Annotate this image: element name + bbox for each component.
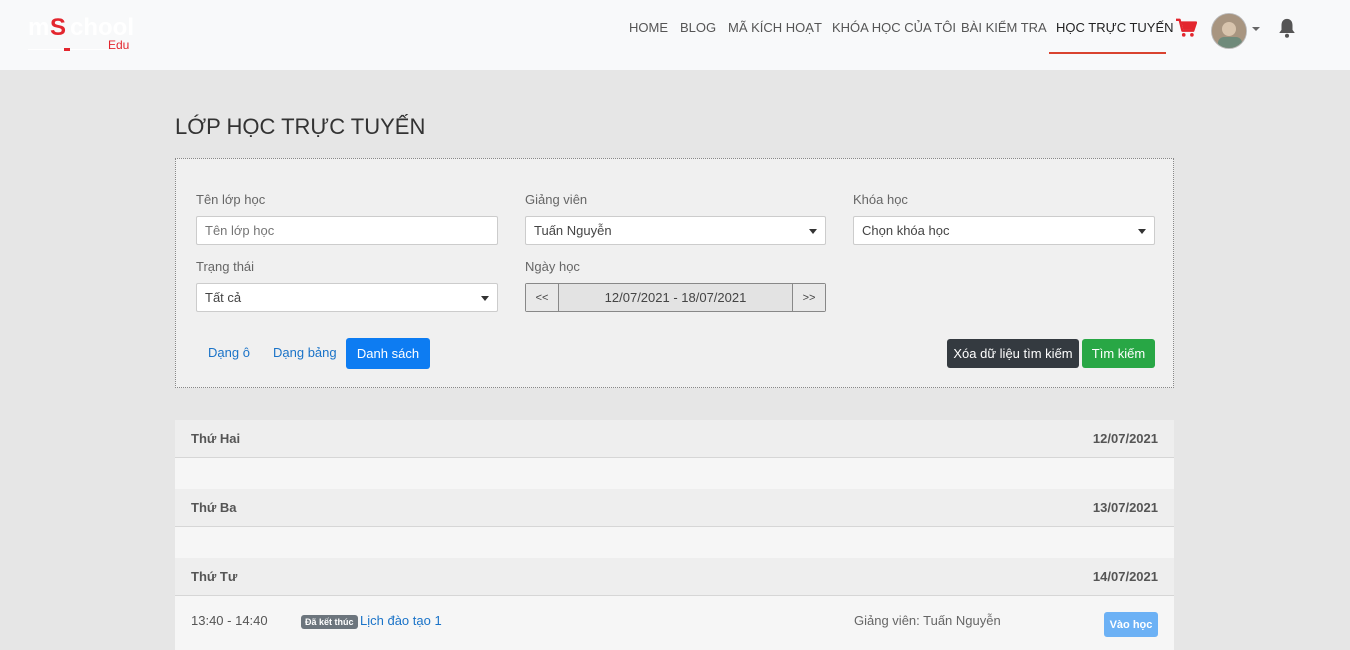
view-list-button[interactable]: Danh sách (346, 338, 430, 369)
nav-online-learning[interactable]: HỌC TRỰC TUYẾN (1056, 20, 1174, 35)
session-title-link[interactable]: Lịch đào tạo 1 (360, 613, 442, 628)
dropdown-caret-icon (809, 229, 817, 234)
class-name-label: Tên lớp học (196, 192, 266, 207)
logo[interactable]: m S chool Edu (28, 14, 140, 54)
chevron-down-icon[interactable] (1252, 27, 1260, 31)
view-table-link[interactable]: Dạng bảng (273, 345, 337, 360)
day-header: Thứ Hai 12/07/2021 (175, 420, 1174, 458)
nav-activation-code[interactable]: MÃ KÍCH HOẠT (728, 20, 822, 35)
course-label: Khóa học (853, 192, 908, 207)
page-title: LỚP HỌC TRỰC TUYẾN (175, 114, 426, 139)
status-select[interactable]: Tất cả (196, 283, 498, 312)
logo-letter-m: m (28, 14, 50, 41)
day-name: Thứ Ba (191, 500, 237, 515)
search-button[interactable]: Tìm kiếm (1082, 339, 1155, 368)
dropdown-caret-icon (1138, 229, 1146, 234)
nav-active-indicator (1049, 52, 1166, 54)
nav-my-courses[interactable]: KHÓA HỌC CỦA TÔI (832, 20, 956, 35)
course-select-value: Chọn khóa học (862, 223, 950, 238)
clear-search-button[interactable]: Xóa dữ liệu tìm kiếm (947, 339, 1079, 368)
dropdown-caret-icon (481, 296, 489, 301)
day-name: Thứ Tư (191, 569, 238, 584)
day-date: 12/07/2021 (1092, 431, 1158, 446)
cart-icon[interactable] (1175, 18, 1197, 38)
day-name: Thứ Hai (191, 431, 241, 446)
day-date: 14/07/2021 (1092, 569, 1158, 584)
logo-letter-s: S (50, 14, 67, 41)
view-grid-link[interactable]: Dạng ô (208, 345, 250, 360)
course-select[interactable]: Chọn khóa học (853, 216, 1155, 245)
logo-edu: Edu (108, 38, 130, 52)
day-date: 13/07/2021 (1092, 500, 1158, 515)
bell-icon[interactable] (1276, 17, 1298, 39)
logo-red-mark (64, 48, 70, 51)
day-header: Thứ Tư 14/07/2021 (175, 558, 1174, 596)
date-range-picker: << 12/07/2021 - 18/07/2021 >> (525, 283, 826, 312)
status-badge: Đã kết thúc (301, 615, 358, 629)
session-row: 13:40 - 14:40 Đã kết thúc Lịch đào tạo 1… (175, 596, 1174, 650)
status-select-value: Tất cả (205, 290, 242, 305)
prev-week-button[interactable]: << (526, 284, 559, 311)
day-body-empty (175, 527, 1174, 558)
teacher-select[interactable]: Tuấn Nguyễn (525, 216, 826, 245)
class-name-input[interactable] (196, 216, 498, 245)
day-body-empty (175, 458, 1174, 489)
nav-tests[interactable]: BÀI KIỂM TRA (961, 20, 1047, 35)
top-header: m S chool Edu HOME BLOG MÃ KÍCH HOẠT KHÓ… (0, 0, 1350, 70)
next-week-button[interactable]: >> (792, 284, 825, 311)
search-filter-panel: Tên lớp học Giảng viên Tuấn Nguyễn Khóa … (175, 158, 1174, 388)
schedule-list: Thứ Hai 12/07/2021 Thứ Ba 13/07/2021 Thứ… (175, 420, 1174, 650)
date-label: Ngày học (525, 259, 580, 274)
user-avatar[interactable] (1211, 13, 1247, 49)
avatar-image (1212, 14, 1246, 48)
session-time: 13:40 - 14:40 (191, 613, 268, 628)
nav-blog[interactable]: BLOG (680, 20, 716, 35)
status-label: Trạng thái (196, 259, 255, 274)
join-class-button[interactable]: Vào học (1104, 612, 1158, 637)
session-teacher: Giảng viên: Tuấn Nguyễn (854, 613, 1001, 628)
teacher-select-value: Tuấn Nguyễn (534, 223, 612, 238)
nav-home[interactable]: HOME (629, 20, 668, 35)
date-range-value[interactable]: 12/07/2021 - 18/07/2021 (559, 284, 792, 311)
teacher-label: Giảng viên (525, 192, 588, 207)
day-header: Thứ Ba 13/07/2021 (175, 489, 1174, 527)
